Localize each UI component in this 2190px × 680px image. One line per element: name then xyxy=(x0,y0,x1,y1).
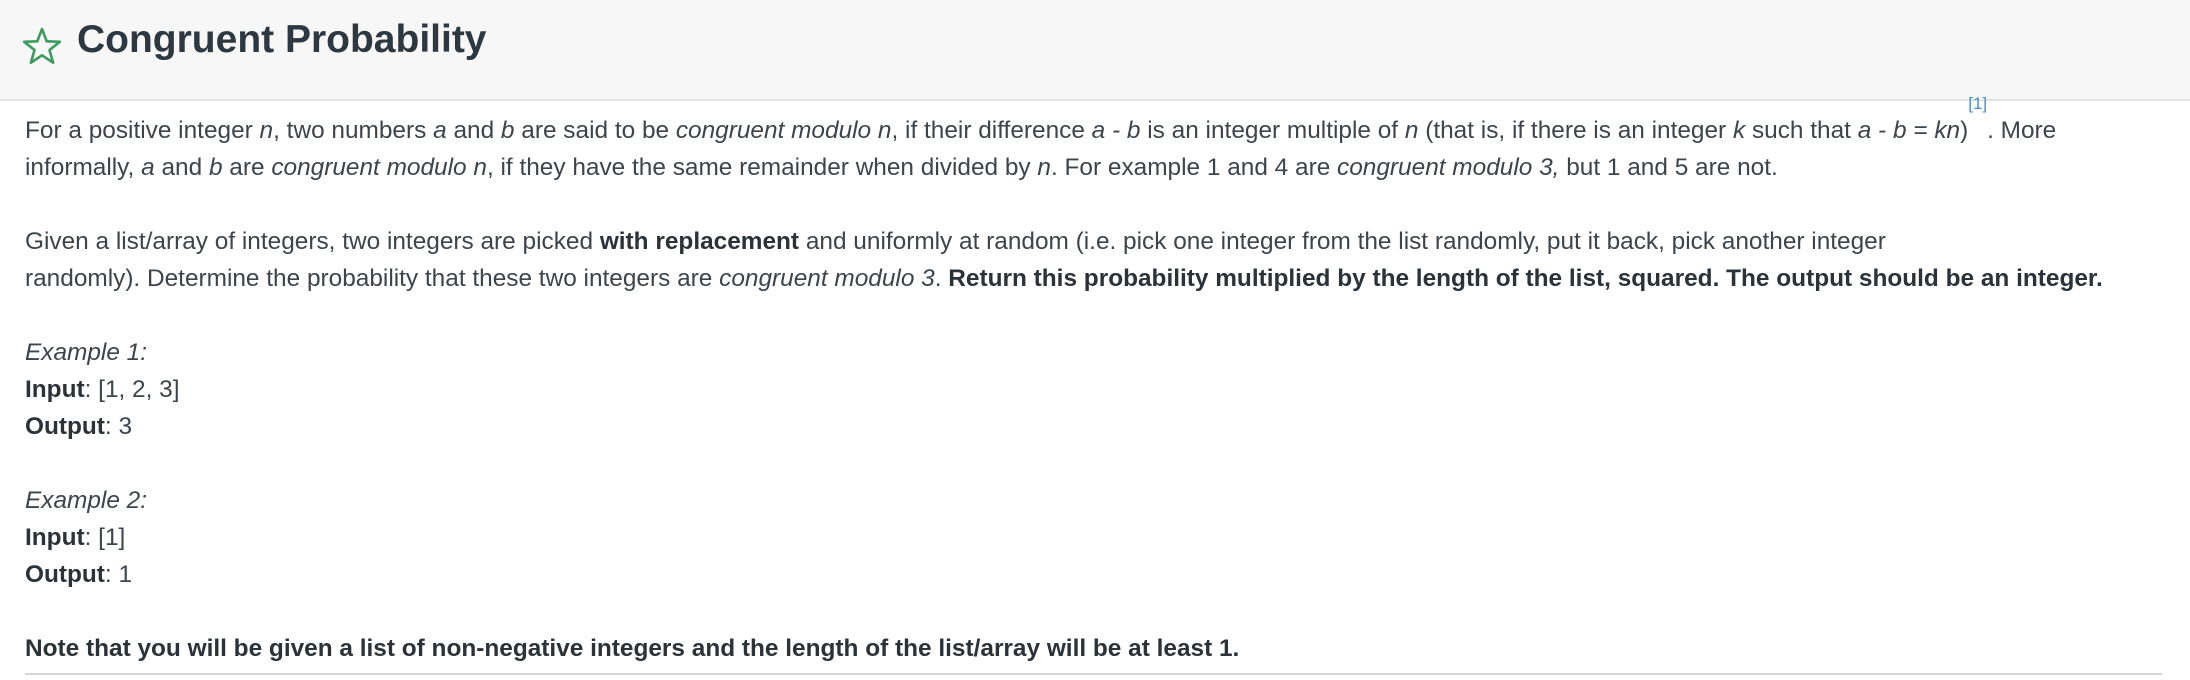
paragraph-definition-line-1: For a positive integer n, two numbers a … xyxy=(25,95,2165,149)
text: and uniformly at random (i.e. pick one i… xyxy=(799,228,1886,255)
example-title: Example 1: xyxy=(25,339,148,366)
text: , two numbers xyxy=(273,117,434,144)
var-n: n xyxy=(1404,117,1419,144)
text: . For example 1 and 4 are xyxy=(1050,154,1338,181)
problem-description: For a positive integer n, two numbers a … xyxy=(25,95,2165,667)
example-1-output: Output: 3 xyxy=(25,408,2165,445)
term-congruent-modulo-3: congruent modulo 3, xyxy=(1337,154,1560,181)
var-a: a xyxy=(141,154,155,181)
input-value: : [1, 2, 3] xyxy=(84,376,180,403)
text: are said to be xyxy=(514,117,676,144)
text: (that is, if there is an integer xyxy=(1418,117,1733,144)
text: such that xyxy=(1745,117,1858,144)
problem-header: Congruent Probability xyxy=(0,0,2190,101)
var-a: a xyxy=(433,117,447,144)
text: and xyxy=(154,154,209,181)
term-congruent-modulo: congruent modulo n xyxy=(271,154,487,181)
paragraph-task-line-2: randomly). Determine the probability tha… xyxy=(25,260,2165,297)
paragraph-task-line-1: Given a list/array of integers, two inte… xyxy=(25,223,2165,260)
example-1-title: Example 1: xyxy=(25,334,2165,371)
paragraph-definition-line-2: informally, a and b are congruent modulo… xyxy=(25,149,2165,186)
text: is an integer multiple of xyxy=(1140,117,1405,144)
text: ) xyxy=(1960,117,1969,144)
term-congruent-modulo-3: congruent modulo 3 xyxy=(719,265,935,292)
output-value: : 3 xyxy=(104,413,133,440)
bold-with-replacement: with replacement xyxy=(599,228,800,255)
example-2-output: Output: 1 xyxy=(25,556,2165,593)
example-2-title: Example 2: xyxy=(25,482,2165,519)
text: informally, xyxy=(25,154,142,181)
text: . xyxy=(934,265,949,292)
input-label: Input xyxy=(25,376,85,403)
example-title: Example 2: xyxy=(25,487,148,514)
var-n: n xyxy=(1037,154,1051,181)
var-n: n xyxy=(259,117,274,144)
text: are xyxy=(222,154,272,181)
var-b: b xyxy=(500,117,515,144)
example-2-input: Input: [1] xyxy=(25,519,2165,556)
example-1-input: Input: [1, 2, 3] xyxy=(25,371,2165,408)
bold-return-instruction: Return this probability multiplied by th… xyxy=(948,265,2103,292)
divider xyxy=(25,673,2162,675)
text: and xyxy=(446,117,501,144)
star-outline-icon[interactable] xyxy=(22,26,62,66)
page-title: Congruent Probability xyxy=(77,18,487,61)
note-text: Note that you will be given a list of no… xyxy=(25,635,1240,662)
text: randomly). Determine the probability tha… xyxy=(25,265,720,292)
text: , if they have the same remainder when d… xyxy=(486,154,1038,181)
text: but 1 and 5 are not. xyxy=(1559,154,1778,181)
footnote-link[interactable]: [1] xyxy=(1968,94,1987,113)
var-k: k xyxy=(1732,117,1746,144)
expr-equation: a - b = kn xyxy=(1857,117,1961,144)
text: For a positive integer xyxy=(25,117,260,144)
input-value: : [1] xyxy=(84,524,126,551)
expr-difference: a - b xyxy=(1091,117,1141,144)
text: . More xyxy=(1987,117,2057,144)
text: Given a list/array of integers, two inte… xyxy=(25,228,600,255)
input-label: Input xyxy=(25,524,85,551)
output-value: : 1 xyxy=(104,561,133,588)
term-congruent-modulo: congruent modulo n xyxy=(675,117,892,144)
output-label: Output xyxy=(25,413,105,440)
footnote-ref: [1] xyxy=(1968,94,1987,113)
note: Note that you will be given a list of no… xyxy=(25,630,2165,667)
var-b: b xyxy=(208,154,223,181)
text: , if their difference xyxy=(891,117,1092,144)
output-label: Output xyxy=(25,561,105,588)
